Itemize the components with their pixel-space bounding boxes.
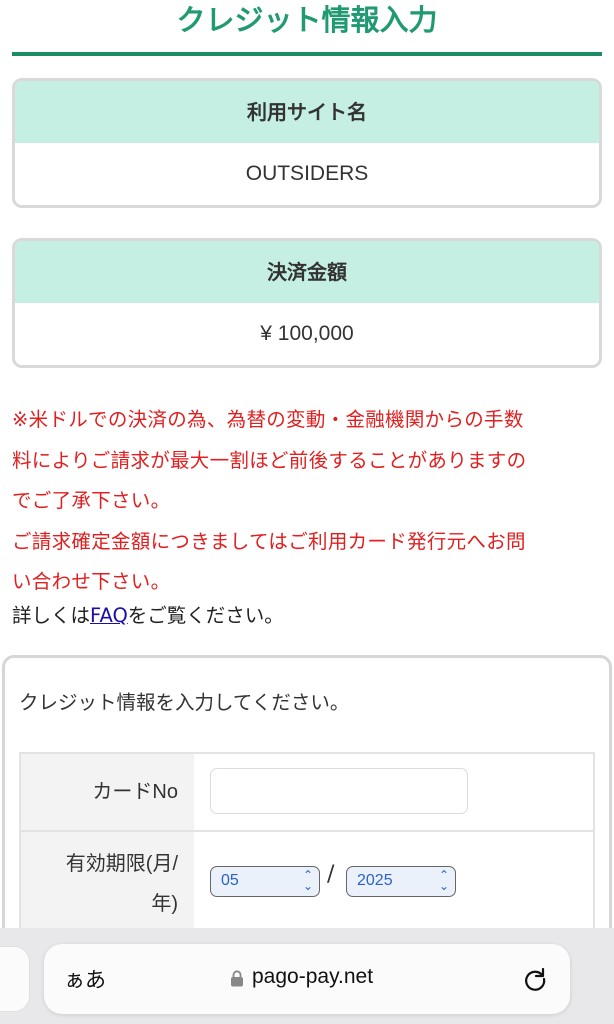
payment-amount-card: 決済金額 ¥ 100,000 xyxy=(12,238,602,368)
form-intro: クレジット情報を入力してください。 xyxy=(19,691,350,714)
url-text[interactable]: pago-pay.net xyxy=(252,965,373,989)
payment-amount-value: ¥ 100,000 xyxy=(260,322,354,345)
faq-line: 詳しくはFAQをご覧ください。 xyxy=(12,596,604,636)
previous-tab-edge[interactable] xyxy=(0,946,30,1012)
page-settings-button[interactable]: ぁあ xyxy=(64,964,106,994)
faq-link[interactable]: FAQ xyxy=(90,604,128,627)
faq-suffix: をご覧ください。 xyxy=(127,604,284,627)
faq-prefix: 詳しくは xyxy=(12,604,91,627)
card-number-input[interactable] xyxy=(210,768,468,814)
title-divider xyxy=(12,52,602,56)
notice-line: ご請求確定金額につきましてはご利用カード発行元へお問 xyxy=(12,529,526,553)
reload-icon[interactable] xyxy=(522,966,548,992)
expiry-label-line: 有効期限(月/ xyxy=(65,853,178,875)
site-name-value: OUTSIDERS xyxy=(245,162,369,185)
notice-line: でご了承下さい。 xyxy=(12,489,171,512)
site-name-label: 利用サイト名 xyxy=(15,81,599,143)
site-name-card: 利用サイト名 OUTSIDERS xyxy=(12,78,602,208)
expiry-label-line: 年) xyxy=(151,893,178,915)
expiry-separator: / xyxy=(327,862,335,887)
notice-line: ※米ドルでの決済の為、為替の変動・金融機関からの手数 xyxy=(12,408,524,431)
address-bar[interactable]: ぁあ pago-pay.net xyxy=(44,944,570,1014)
payment-amount-label: 決済金額 xyxy=(15,241,599,303)
expiry-label: 有効期限(月/ 年) xyxy=(21,832,194,938)
chevron-updown-icon: ⌃ ⌄ xyxy=(438,868,449,893)
lock-icon xyxy=(231,970,243,987)
expiry-month-select[interactable]: 05 ⌃ ⌄ xyxy=(210,866,320,897)
expiry-year-select[interactable]: 2025 ⌃ ⌄ xyxy=(346,866,456,897)
currency-notice: ※米ドルでの決済の為、為替の変動・金融機関からの手数 料によりご請求が最大一割ほ… xyxy=(12,400,604,603)
notice-line: 料によりご請求が最大一割ほど前後することがありますの xyxy=(12,448,527,472)
expiry-month-value: 05 xyxy=(221,872,239,889)
page-title: クレジット情報入力 xyxy=(176,3,438,37)
expiry-year-value: 2025 xyxy=(357,872,393,889)
card-number-label: カードNo xyxy=(21,754,194,830)
chevron-updown-icon: ⌃ ⌄ xyxy=(302,868,313,893)
